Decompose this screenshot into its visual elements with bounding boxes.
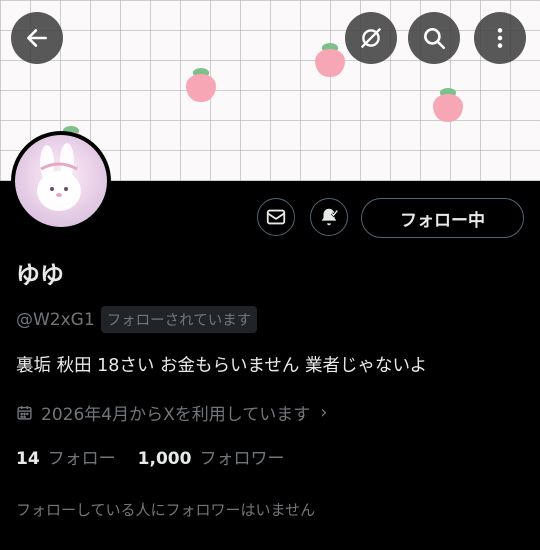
- followers-label: フォロワー: [199, 449, 285, 469]
- grok-icon: [361, 28, 381, 48]
- display-name: ゆゆ: [16, 261, 64, 289]
- handle: @W2xG1: [16, 309, 95, 330]
- following-label: フォロー: [47, 449, 116, 469]
- more-button[interactable]: [474, 12, 526, 64]
- joined-date[interactable]: 2026年4月からXを利用しています ›: [16, 400, 327, 425]
- search-icon: [424, 28, 446, 50]
- bio: 裏垢 秋田 18さい お金もらいません 業者じゃないよ: [16, 356, 428, 376]
- strawberry-decoration: [315, 43, 345, 77]
- bell-check-icon: [321, 208, 339, 226]
- following-stat[interactable]: 14 フォロー: [16, 444, 116, 469]
- notify-button[interactable]: [310, 198, 348, 236]
- arrow-left-icon: [27, 29, 47, 47]
- avatar[interactable]: [11, 131, 111, 231]
- grok-button[interactable]: [345, 12, 397, 64]
- avatar-image: [15, 135, 107, 227]
- more-vertical-icon: [497, 28, 503, 48]
- followers-stat[interactable]: 1,000 フォロワー: [138, 444, 285, 469]
- followers-count: 1,000: [137, 449, 192, 469]
- search-button[interactable]: [408, 12, 460, 64]
- joined-text: 2026年4月からXを利用しています: [41, 405, 311, 425]
- following-count: 14: [16, 449, 40, 469]
- follows-you-badge: フォローされています: [100, 306, 258, 333]
- strawberry-decoration: [186, 68, 216, 102]
- following-button[interactable]: フォロー中: [361, 198, 524, 238]
- following-button-label: フォロー中: [400, 210, 485, 231]
- envelope-icon: [266, 209, 286, 225]
- follow-stats: 14 フォロー 1,000 フォロワー: [16, 444, 306, 469]
- calendar-icon: [17, 406, 32, 420]
- strawberry-decoration: [433, 88, 463, 122]
- message-button[interactable]: [257, 198, 295, 236]
- chevron-right-icon: ›: [320, 402, 328, 423]
- handle-row: @W2xG1 フォローされています: [16, 306, 258, 333]
- back-button[interactable]: [11, 12, 63, 64]
- mutual-followers-note: フォローしている人にフォロワーはいません: [16, 501, 316, 519]
